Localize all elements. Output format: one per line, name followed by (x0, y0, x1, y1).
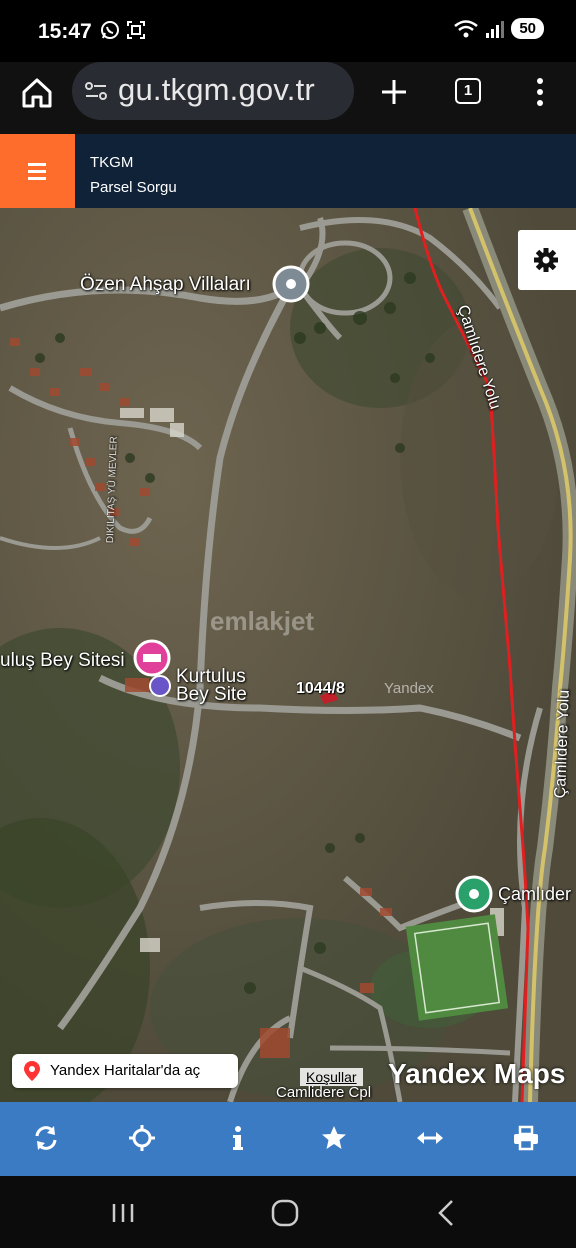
print-icon[interactable] (512, 1124, 540, 1152)
open-in-yandex-button[interactable]: Yandex Haritalar'da aç (12, 1054, 238, 1088)
system-nav-bar (0, 1176, 576, 1248)
poi-label: Kurtulus Bey Site (176, 667, 247, 705)
home-icon[interactable] (18, 74, 56, 112)
sports-pin (455, 875, 493, 913)
back-icon[interactable] (430, 1196, 464, 1230)
wifi-icon (454, 19, 479, 37)
status-bar: 15:47 50 (0, 0, 576, 62)
status-time: 15:47 (38, 20, 92, 43)
yandex-maps-logo: Yandex Maps (388, 1058, 566, 1089)
status-left-icons (100, 20, 146, 40)
more-icon[interactable] (530, 76, 550, 108)
info-icon[interactable] (224, 1124, 252, 1152)
battery-indicator: 50 (511, 18, 544, 39)
tab-switcher-button[interactable]: 1 (455, 78, 481, 104)
whatsapp-icon (101, 21, 119, 39)
url-bar[interactable]: gu.tkgm.gov.tr (72, 62, 354, 120)
gear-icon (534, 248, 558, 272)
hamburger-line (28, 170, 46, 173)
hamburger-line (28, 177, 46, 180)
watermark-emlakjet: emlakjet (210, 606, 315, 636)
poi-label: Çamlıder (498, 884, 572, 904)
poi-label: uluş Bey Sitesi (0, 650, 125, 671)
app-title: TKGM (90, 154, 134, 171)
home-icon[interactable] (268, 1196, 302, 1230)
poi-label: Özen Ahşap Villaları (80, 274, 251, 295)
app-header: TKGM Parsel Sorgu (0, 134, 576, 208)
open-in-yandex-label: Yandex Haritalar'da aç (50, 1062, 201, 1079)
browser-toolbar: gu.tkgm.gov.tr 1 (0, 62, 576, 134)
poi-label: Camlidere Cpl (276, 1084, 372, 1101)
map-view[interactable]: emlakjet Yandex Özen Ahşap Villaları ulu… (0, 208, 576, 1102)
recents-icon[interactable] (106, 1196, 140, 1230)
signal-icon (486, 20, 505, 38)
site-settings-icon[interactable] (84, 80, 108, 102)
watermark-yandex: Yandex (384, 680, 434, 697)
parcel-label[interactable]: 1044/8 (296, 680, 345, 698)
location-pin-icon (24, 1061, 40, 1081)
new-tab-icon[interactable] (378, 72, 410, 112)
measure-icon[interactable] (416, 1124, 444, 1152)
terms-link[interactable]: Koşullar (300, 1068, 363, 1086)
url-text[interactable]: gu.tkgm.gov.tr (118, 72, 315, 108)
hamburger-menu-button[interactable] (0, 134, 75, 208)
map-settings-button[interactable] (518, 230, 576, 290)
road-label: Çamlıdere Yolu (552, 689, 573, 799)
screenshot-icon (127, 21, 145, 39)
app-subtitle: Parsel Sorgu (90, 179, 177, 196)
status-right-icons: 50 (453, 18, 544, 39)
place-pin (272, 265, 310, 303)
hamburger-line (28, 163, 46, 166)
poi-label-line: Bey Site (176, 684, 247, 705)
refresh-icon[interactable] (32, 1124, 60, 1152)
map-toolbar (0, 1102, 576, 1176)
favorite-icon[interactable] (320, 1124, 348, 1152)
locate-icon[interactable] (128, 1124, 156, 1152)
